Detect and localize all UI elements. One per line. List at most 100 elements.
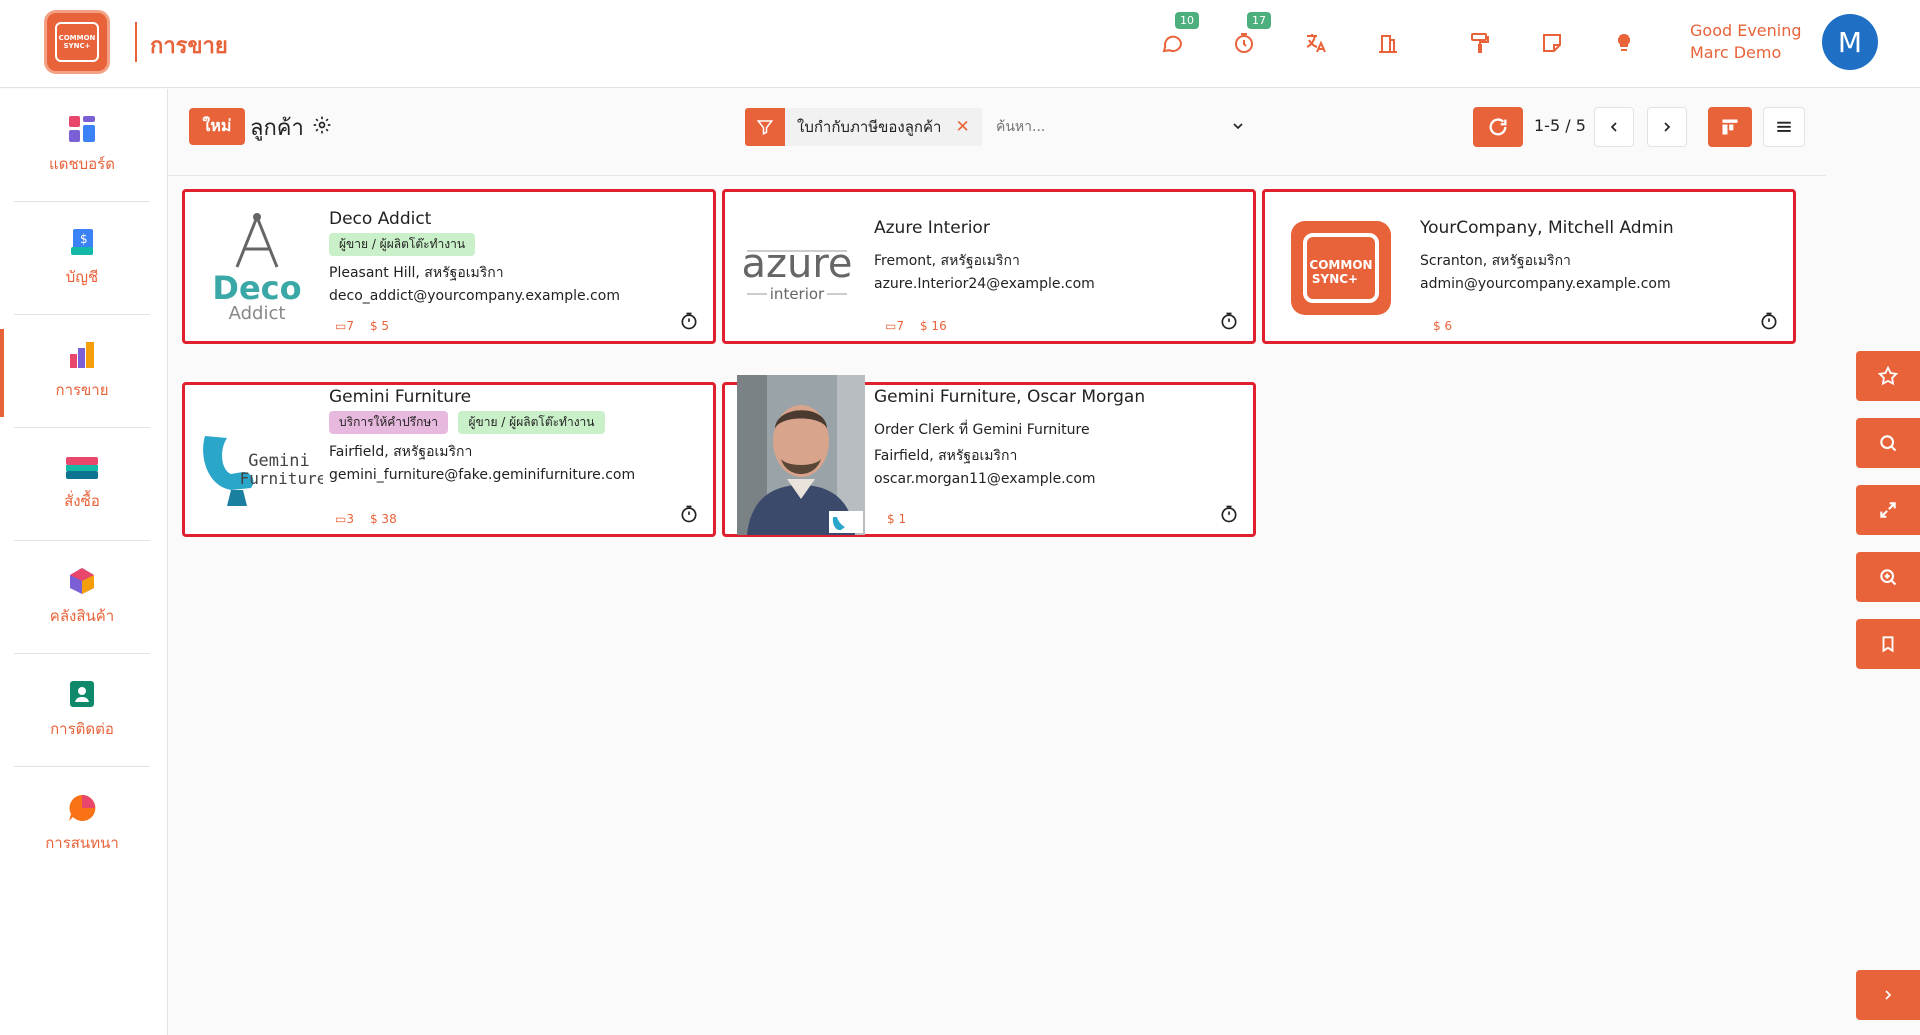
logo-sub: Furniture [240,469,323,488]
card-tags: ผู้ขาย / ผู้ผลิตโต๊ะทำงาน [329,233,481,256]
tag: บริการให้คำปรึกษา [329,411,449,434]
search-button[interactable] [1856,418,1920,468]
chevron-down-icon[interactable] [1230,118,1246,138]
invoice-count-value: 7 [896,319,904,333]
card-name: Azure Interior [874,218,990,238]
zoom-button[interactable] [1856,552,1920,602]
favorite-button[interactable] [1856,351,1920,401]
breadcrumb: ลูกค้า [250,116,304,141]
kanban-card[interactable]: Deco Addict Deco Addict ผู้ขาย / ผู้ผลิต… [182,189,716,344]
pager-next-button[interactable] [1647,107,1687,147]
divider [168,175,1826,176]
app-logo[interactable]: COMMON SYNC+ [44,10,110,74]
filter-icon[interactable] [745,108,785,146]
logo-separator [135,22,137,62]
paint-roller-icon[interactable] [1465,28,1495,58]
amount: $ 5 [369,319,390,333]
translate-icon[interactable] [1301,28,1331,58]
card-name: Gemini Furniture [329,387,472,407]
card-address: Scranton, สหรัฐอเมริกา [1420,253,1571,269]
partner-logo: Deco Addict [191,200,323,334]
chevron-right-icon [1885,990,1892,1000]
sidebar-item-discuss[interactable]: การสนทนา [14,767,150,880]
search-input[interactable] [996,112,1250,142]
card-icon: ▭ [335,512,347,526]
kanban-card[interactable]: azure interior Azure Interior Fremont, ส… [722,189,1256,344]
card-address: Fairfield, สหรัฐอเมริกา [874,448,1018,464]
card-name: Gemini Furniture, Oscar Morgan [874,387,1146,407]
activity-timer-icon[interactable] [1219,311,1239,335]
invoice-count: ▭7 [885,319,904,333]
gear-icon[interactable] [312,115,332,139]
sidebar-item-purchase[interactable]: สั่งซื้อ [14,428,150,541]
sidebar-item-accounting[interactable]: $ บัญชี [14,202,150,315]
sidebar-item-label: การติดต่อ [50,720,114,738]
card-address: Fremont, สหรัฐอเมริกา [874,253,1020,269]
logo-sub: Addict [229,303,286,324]
tag: ผู้ขาย / ผู้ผลิตโต๊ะทำงาน [458,411,605,434]
sidebar-item-contacts[interactable]: การติดต่อ [14,654,150,767]
list-view-button[interactable] [1763,107,1805,147]
card-icon: ▭ [885,319,897,333]
invoice-count-value: 7 [346,319,354,333]
activity-timer-icon[interactable] [1759,311,1779,335]
list-icon [1777,121,1791,132]
card-meta: ▭7 $ 16 [885,319,947,333]
card-icon: ▭ [335,319,347,333]
avatar[interactable]: M [1822,14,1878,70]
purchase-icon [66,457,98,479]
card-email: gemini_furniture@fake.geminifurniture.co… [329,467,636,483]
zoom-in-icon [1880,569,1897,586]
card-meta: $ 1 [887,512,906,526]
invoice-count-value: 3 [346,512,354,526]
kanban-view-button[interactable] [1708,107,1752,147]
company-icon[interactable] [1373,28,1403,58]
invoice-count: ▭3 [335,512,354,526]
greeting: Good Evening Marc Demo [1690,20,1802,64]
sidebar-item-sales[interactable]: การขาย [14,315,150,428]
collapse-rail-button[interactable] [1856,970,1920,1020]
sidebar-item-label: แดชบอร์ด [49,155,115,173]
tag: ผู้ขาย / ผู้ผลิตโต๊ะทำงาน [329,233,476,256]
activity-timer-icon[interactable] [1219,504,1239,528]
close-icon[interactable]: ✕ [955,117,969,137]
activity-badge: 17 [1247,12,1271,29]
activity-timer-icon[interactable] [679,504,699,528]
sidebar-item-dashboard[interactable]: แดชบอร์ด [14,89,150,202]
user-name: Marc Demo [1690,43,1782,62]
sidebar-item-label: สั่งซื้อ [64,492,100,510]
kanban-card[interactable]: Gemini Furniture Gemini Furniture บริการ… [182,382,716,537]
kanban-card[interactable]: COMMON SYNC+ YourCompany, Mitchell Admin… [1262,189,1796,344]
bookmark-button[interactable] [1856,619,1920,669]
sidebar-item-inventory[interactable]: คลังสินค้า [14,541,150,654]
filter-facet: ใบกำกับภาษีของลูกค้า ✕ [785,108,982,146]
card-job-title: Order Clerk ที่ Gemini Furniture [874,422,1090,438]
chevron-right-icon [1664,122,1671,132]
kanban-card[interactable]: Gemini Furniture, Oscar Morgan Order Cle… [722,375,1256,537]
card-name: Deco Addict [329,209,432,229]
logo-word: Gemini [248,451,309,471]
sidebar-item-label: คลังสินค้า [49,607,115,625]
amount: $ 38 [369,512,397,526]
accounting-icon: $ [71,229,93,255]
chat-icon[interactable]: 10 [1157,12,1199,58]
pager-value[interactable]: 1-5 / 5 [1534,116,1586,135]
contact-photo [737,375,865,535]
activity-timer-icon[interactable]: 17 [1229,12,1271,58]
card-email: deco_addict@yourcompany.example.com [329,288,620,304]
pager-previous-button[interactable] [1594,107,1634,147]
lightbulb-icon[interactable] [1609,28,1639,58]
app-title: การขาย [150,34,228,59]
partner-logo: Gemini Furniture [191,393,323,527]
refresh-button[interactable] [1473,107,1523,147]
activity-timer-icon[interactable] [679,311,699,335]
filter-facet-label: ใบกำกับภาษีของลูกค้า [797,118,942,136]
svg-text:$: $ [80,232,88,246]
card-email: azure.Interior24@example.com [874,276,1095,292]
expand-button[interactable] [1856,485,1920,535]
card-meta: $ 6 [1433,319,1452,333]
greeting-line: Good Evening [1690,21,1802,40]
new-button[interactable]: ใหม่ [189,108,245,145]
card-tags: บริการให้คำปรึกษา ผู้ขาย / ผู้ผลิตโต๊ะทำ… [329,411,611,434]
sticky-note-icon[interactable] [1537,28,1567,58]
